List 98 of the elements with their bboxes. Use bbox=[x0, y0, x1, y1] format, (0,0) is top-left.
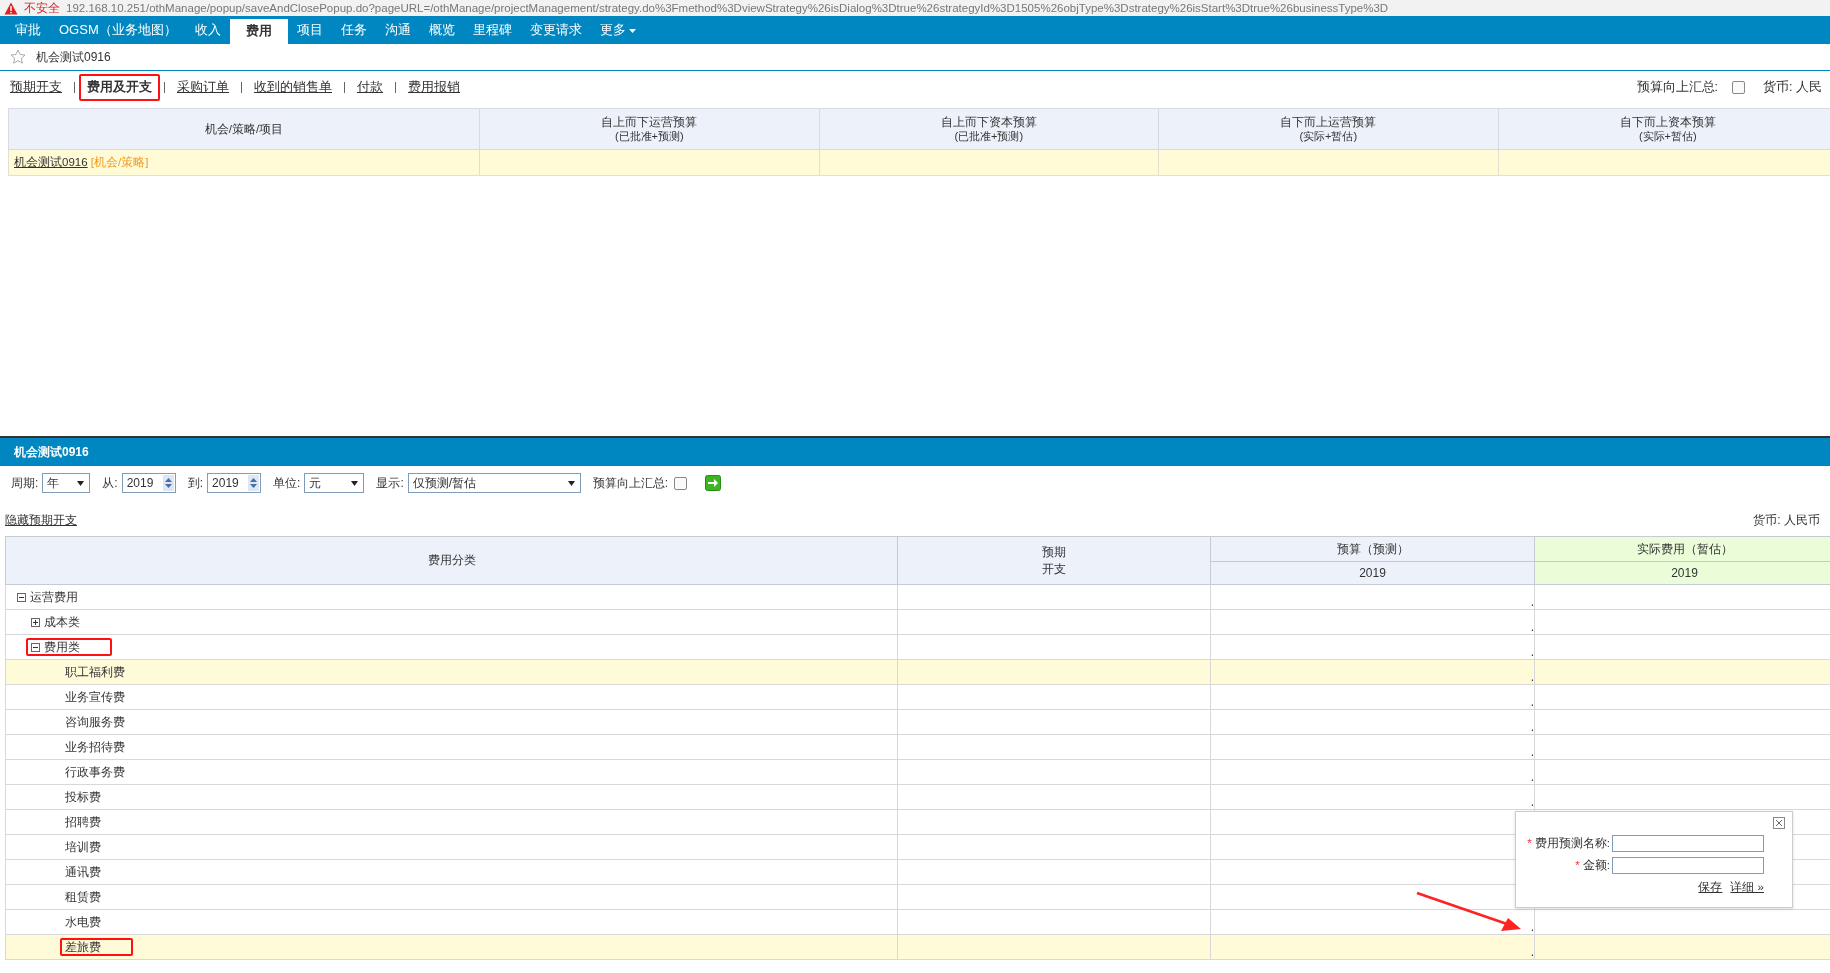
spinner-arrows-icon[interactable] bbox=[248, 475, 260, 491]
subtab-link[interactable]: 采购订单 bbox=[177, 78, 229, 96]
field-label: 金额: bbox=[1582, 857, 1610, 873]
nav-tab[interactable]: 审批 bbox=[6, 18, 50, 44]
period-label: 周期: bbox=[11, 474, 39, 492]
security-label: 不安全 bbox=[24, 1, 60, 15]
details-link[interactable]: 详细 » bbox=[1730, 880, 1764, 895]
go-button[interactable] bbox=[705, 475, 722, 491]
subtab-link[interactable]: 收到的销售单 bbox=[254, 78, 332, 96]
nav-tab[interactable]: OGSM（业务地图） bbox=[50, 18, 186, 44]
category-name: 行政事务费 bbox=[65, 765, 125, 779]
budget-value: . bbox=[1530, 920, 1534, 934]
budget-value: . bbox=[1530, 620, 1534, 634]
address-bar[interactable] bbox=[0, 0, 1830, 16]
nav-tab[interactable]: 费用 bbox=[229, 19, 288, 44]
show-label: 显示: bbox=[376, 474, 404, 492]
category-name: 差旅费 bbox=[65, 940, 101, 954]
field-label: 费用预测名称: bbox=[1534, 835, 1610, 851]
budget-value: . bbox=[1530, 670, 1534, 684]
category-name: 招聘费 bbox=[65, 815, 101, 829]
budget-value: . bbox=[1530, 595, 1534, 609]
url-text: 192.168.10.251/othManage/popup/saveAndClosePopup.do?pageURL=/othManage/projectManagement/strategy.do%3Fmethod%3DviewStrategy%26isDialog%3Dtrue%26strategyId%3D1505%26objType%3Dstrategy%26isStart%3Dtrue%26businessType%3D bbox=[66, 1, 1389, 15]
subtab-link[interactable]: 费用报销 bbox=[408, 78, 460, 96]
category-name: 费用类 bbox=[44, 640, 80, 654]
column-header: 实际费用（暂估） bbox=[1534, 536, 1830, 562]
close-icon[interactable] bbox=[1773, 817, 1785, 829]
subtab-link[interactable]: 费用及开支 bbox=[79, 73, 160, 101]
subtab-link[interactable]: 付款 bbox=[357, 78, 383, 96]
budget-value: . bbox=[1530, 720, 1534, 734]
nav-tab[interactable]: 更多 bbox=[590, 18, 645, 44]
collapse-icon[interactable] bbox=[17, 592, 26, 602]
required-mark: * bbox=[1575, 859, 1580, 871]
budget-value: . bbox=[1530, 645, 1534, 659]
amount-input[interactable] bbox=[1612, 856, 1764, 874]
nav-tab[interactable]: 任务 bbox=[331, 18, 376, 44]
subtab-link[interactable]: 预期开支 bbox=[10, 78, 62, 96]
nav-tab[interactable]: 概览 bbox=[419, 18, 464, 44]
type-tag: [机会/策略] bbox=[90, 156, 149, 168]
star-icon[interactable] bbox=[10, 49, 26, 65]
column-header: 自上而下运营预算 (已批准+预测) bbox=[479, 108, 819, 150]
hide-expected-link[interactable]: 隐藏预期开支 bbox=[5, 511, 77, 529]
to-label: 到: bbox=[187, 474, 204, 492]
budget-value: . bbox=[1530, 745, 1534, 759]
column-header: 自上而下资本预算 (已批准+预测) bbox=[819, 108, 1159, 150]
collapse-icon[interactable] bbox=[31, 642, 40, 652]
from-spinner[interactable]: 2019 bbox=[121, 473, 176, 493]
spinner-arrows-icon[interactable] bbox=[162, 475, 174, 491]
warning-icon bbox=[4, 1, 18, 15]
save-link[interactable]: 保存 bbox=[1698, 880, 1723, 895]
rollup-label: 预算向上汇总: bbox=[1636, 78, 1719, 96]
unit-select[interactable]: 元 bbox=[304, 473, 365, 493]
column-header: 自下而上运营预算 (实际+暂估) bbox=[1158, 108, 1498, 150]
nav-tab[interactable]: 里程碑 bbox=[463, 18, 521, 44]
unit-label: 单位: bbox=[273, 474, 301, 492]
currency-label: 货币: 人民 bbox=[1763, 78, 1822, 96]
show-select[interactable]: 仅预测/暂估 bbox=[407, 473, 581, 493]
nav-tab[interactable]: 收入 bbox=[185, 18, 230, 44]
nav-tab[interactable]: 变更请求 bbox=[520, 18, 591, 44]
budget-value: . bbox=[1530, 695, 1534, 709]
column-header: 2019 bbox=[1210, 561, 1535, 585]
category-name: 通讯费 bbox=[65, 865, 101, 879]
category-name: 成本类 bbox=[44, 615, 80, 629]
category-name: 投标费 bbox=[65, 790, 101, 804]
currency-label: 货币: 人民币 bbox=[1753, 511, 1820, 529]
column-header: 费用分类 bbox=[5, 536, 898, 585]
required-mark: * bbox=[1527, 837, 1532, 849]
caret-icon bbox=[567, 481, 575, 486]
column-header: 预算（预测） bbox=[1210, 536, 1535, 562]
category-name: 业务招待费 bbox=[65, 740, 125, 754]
category-name: 职工福利费 bbox=[65, 665, 125, 679]
rollup-checkbox[interactable] bbox=[674, 476, 688, 490]
caret-icon bbox=[77, 481, 85, 486]
category-name: 业务宣传费 bbox=[65, 690, 125, 704]
column-header: 自下而上资本预算 (实际+暂估) bbox=[1498, 108, 1830, 150]
category-name: 水电费 bbox=[65, 915, 101, 929]
from-label: 从: bbox=[102, 474, 118, 492]
period-select[interactable]: 年 bbox=[42, 473, 91, 493]
panel-header: 机会测试0916 bbox=[0, 436, 1830, 466]
column-header: 预期 开支 bbox=[897, 536, 1211, 585]
category-name: 咨询服务费 bbox=[65, 715, 125, 729]
nav-tab[interactable]: 项目 bbox=[287, 18, 332, 44]
column-header: 机会/策略/项目 bbox=[8, 108, 480, 150]
rollup-checkbox[interactable] bbox=[1732, 80, 1746, 94]
strategy-link[interactable]: 机会测试0916 bbox=[14, 156, 88, 168]
category-name: 培训费 bbox=[65, 840, 101, 854]
name-input[interactable] bbox=[1612, 834, 1764, 852]
column-header: 2019 bbox=[1534, 561, 1830, 585]
to-spinner[interactable]: 2019 bbox=[207, 473, 262, 493]
budget-value: . bbox=[1530, 945, 1534, 959]
nav-tab[interactable]: 沟通 bbox=[375, 18, 420, 44]
expand-icon[interactable] bbox=[31, 617, 40, 627]
budget-value: . bbox=[1530, 795, 1534, 809]
budget-value: . bbox=[1530, 770, 1534, 784]
caret-icon bbox=[351, 481, 359, 486]
category-name: 运营费用 bbox=[30, 590, 78, 604]
category-name: 租赁费 bbox=[65, 890, 101, 904]
rollup-label: 预算向上汇总: bbox=[592, 474, 669, 492]
page-title: 机会测试0916 bbox=[36, 48, 111, 66]
